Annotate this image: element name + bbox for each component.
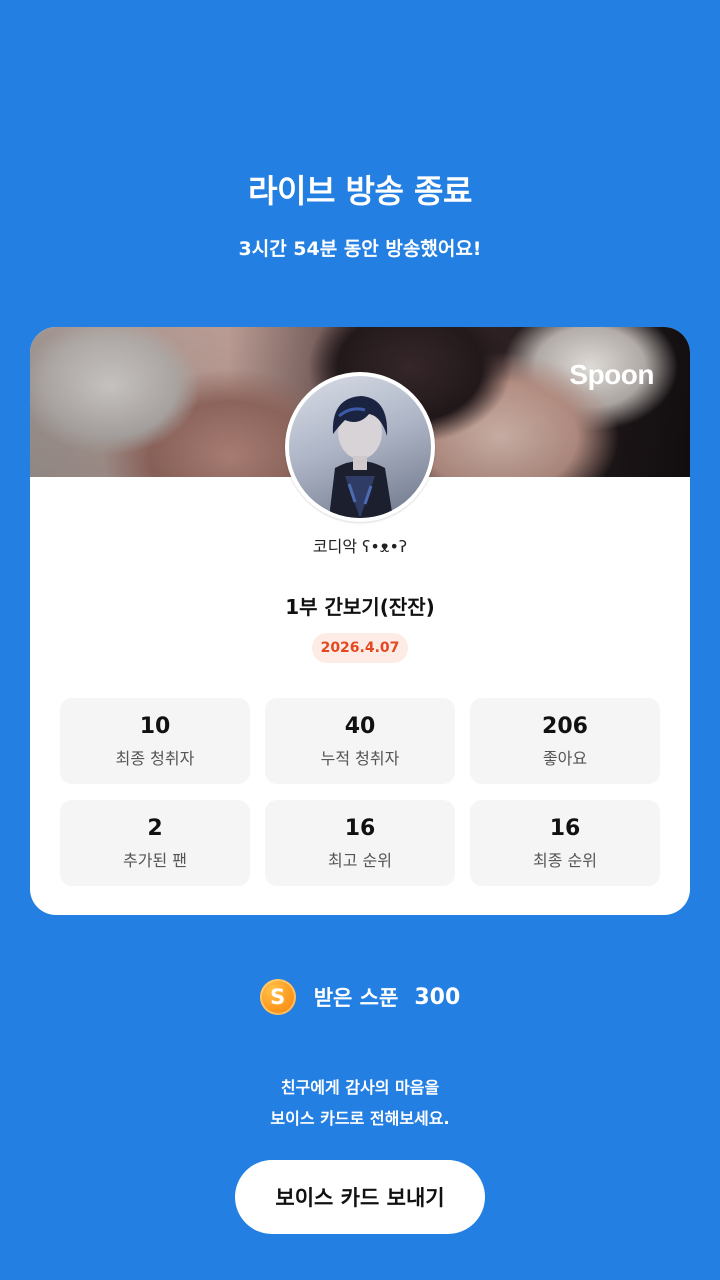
stat-label: 누적 청취자 <box>320 749 400 768</box>
stat-label: 좋아요 <box>542 749 588 768</box>
stat-value: 16 <box>344 816 376 841</box>
thanks-message-line1: 친구에게 감사의 마음을 <box>280 1078 440 1097</box>
stat-total-listeners: 40 누적 청취자 <box>265 698 455 784</box>
stat-label: 최고 순위 <box>328 851 392 870</box>
stat-value: 16 <box>549 816 581 841</box>
thanks-message-line2: 보이스 카드로 전해보세요. <box>270 1109 450 1128</box>
stat-label: 최종 청취자 <box>115 749 195 768</box>
live-title: 1부 간보기(잔잔) <box>285 595 435 619</box>
live-summary-card: Spoon 코디악 ʕ•ᴥ•ʔ 1부 간보기(잔잔) 2026.4.07 10 <box>30 327 690 915</box>
spoons-label: 받은 스푼 <box>313 986 399 1010</box>
date-badge: 2026.4.07 <box>312 633 408 663</box>
stats-grid: 10 최종 청취자 40 누적 청취자 206 좋아요 2 추가된 팬 16 최… <box>60 698 660 886</box>
stat-new-fans: 2 추가된 팬 <box>60 800 250 886</box>
live-end-screen: 라이브 방송 종료 3시간 54분 동안 방송했어요! Spoon 코디악 ʕ•… <box>0 0 720 1280</box>
stat-value: 40 <box>344 714 376 739</box>
stat-value: 2 <box>147 816 163 841</box>
host-nickname: 코디악 ʕ•ᴥ•ʔ <box>312 537 408 556</box>
stat-label: 최종 순위 <box>533 851 597 870</box>
page-title: 라이브 방송 종료 <box>248 172 472 210</box>
stat-label: 추가된 팬 <box>123 851 187 870</box>
send-voice-card-button[interactable]: 보이스 카드 보내기 <box>235 1160 485 1234</box>
avatar-image <box>289 376 431 518</box>
stat-final-rank: 16 최종 순위 <box>470 800 660 886</box>
stat-likes: 206 좋아요 <box>470 698 660 784</box>
stat-value: 10 <box>139 714 171 739</box>
spoons-count: 300 <box>414 984 461 1010</box>
stat-value: 206 <box>542 714 588 739</box>
spoon-coin-icon: S <box>259 979 296 1015</box>
avatar <box>285 372 435 522</box>
received-spoons: S 받은 스푼 300 <box>0 979 720 1015</box>
stat-final-listeners: 10 최종 청취자 <box>60 698 250 784</box>
broadcast-duration: 3시간 54분 동안 방송했어요! <box>238 238 482 260</box>
thanks-message: 친구에게 감사의 마음을 보이스 카드로 전해보세요. <box>0 1072 720 1134</box>
stat-best-rank: 16 최고 순위 <box>265 800 455 886</box>
spoon-logo: Spoon <box>569 359 654 390</box>
